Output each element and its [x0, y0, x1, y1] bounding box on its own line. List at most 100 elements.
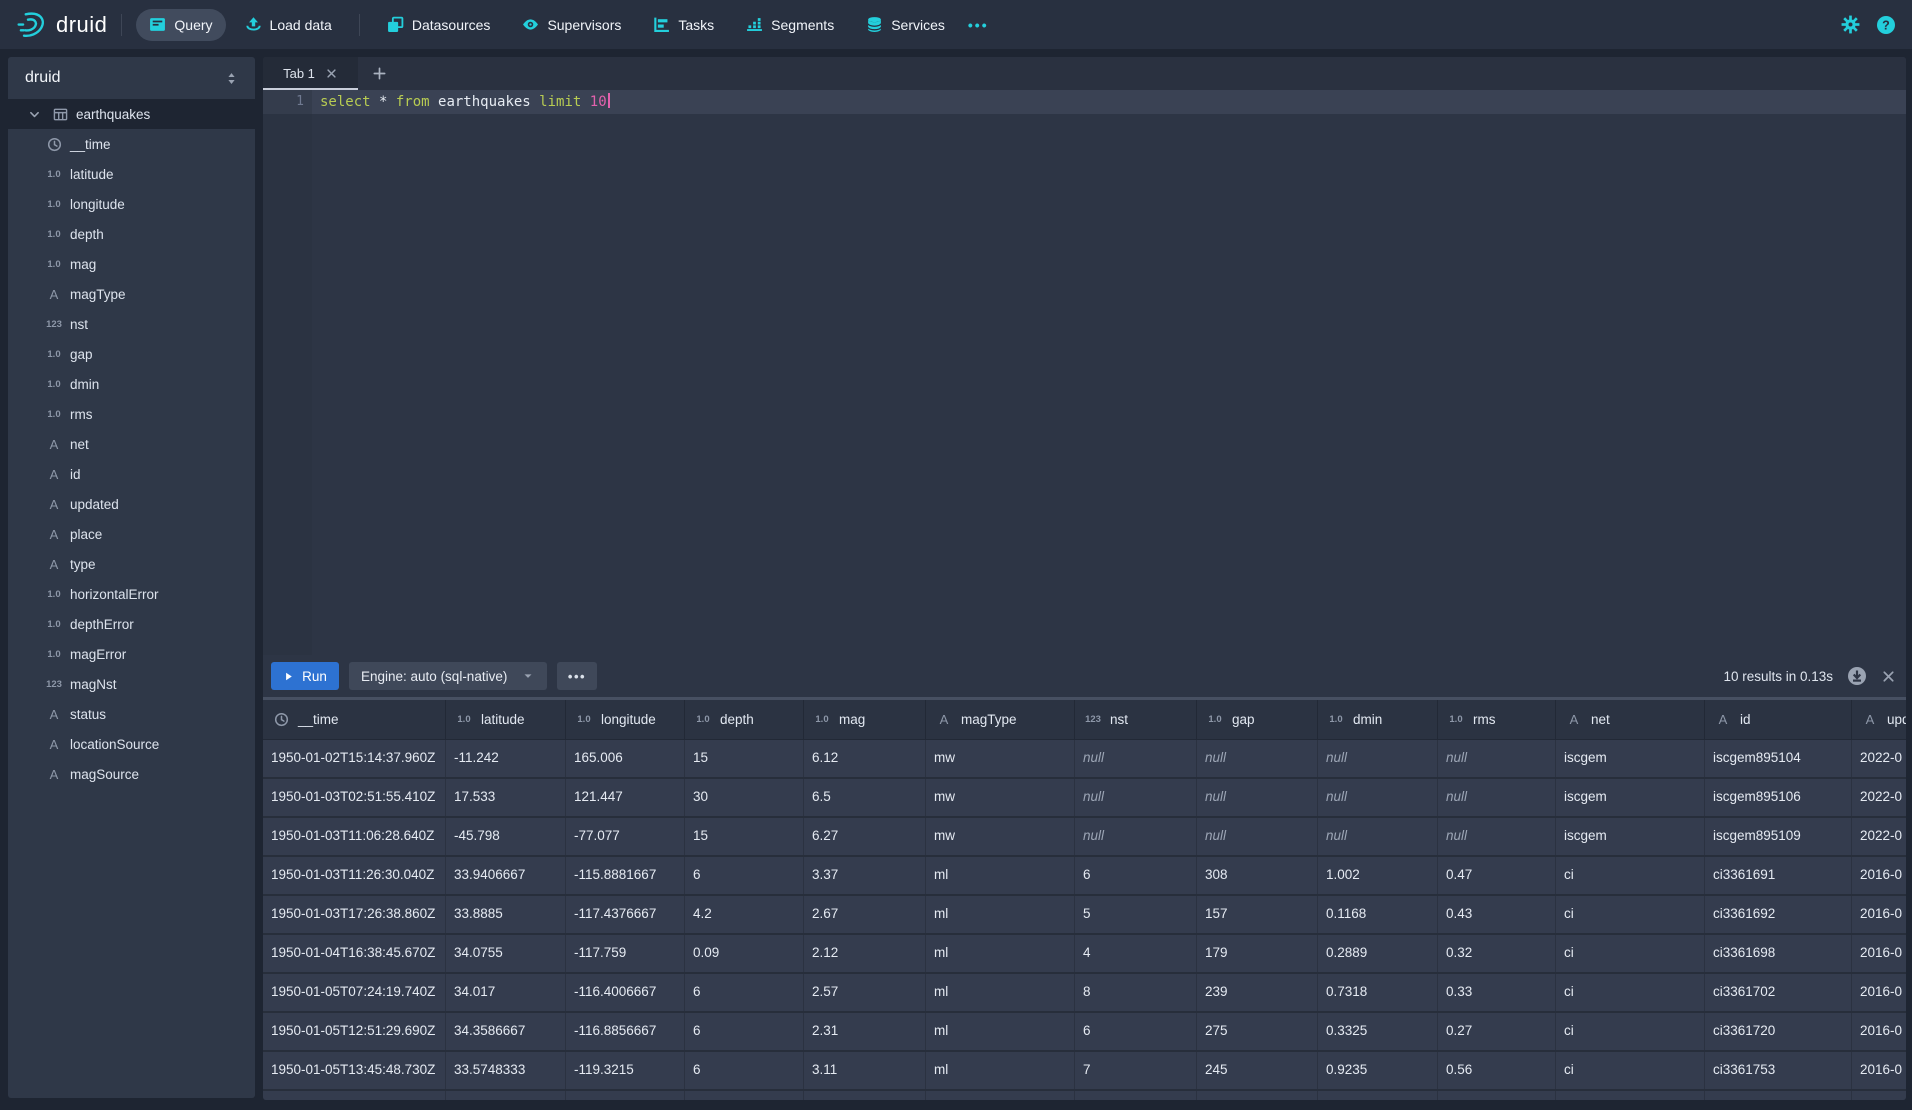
query-more-button[interactable]: •••: [557, 662, 597, 690]
table-cell[interactable]: 30: [685, 779, 804, 816]
table-cell[interactable]: 1950-01-03T11:06:28.640Z: [263, 818, 446, 855]
table-cell[interactable]: ci3361753: [1705, 1052, 1852, 1089]
table-cell[interactable]: 2.67: [804, 896, 926, 933]
table-cell[interactable]: [1075, 1091, 1197, 1100]
table-cell[interactable]: ci3361692: [1705, 896, 1852, 933]
table-cell[interactable]: 0.56: [1438, 1052, 1556, 1089]
table-cell[interactable]: null: [1438, 779, 1556, 816]
table-cell[interactable]: 2022-0: [1852, 818, 1906, 855]
new-tab-button[interactable]: [358, 57, 400, 90]
help-button[interactable]: ?: [1876, 15, 1896, 35]
sidebar-column-locationSource[interactable]: AlocationSource: [8, 729, 255, 759]
table-cell[interactable]: 2.31: [804, 1013, 926, 1050]
table-cell[interactable]: ci3361720: [1705, 1013, 1852, 1050]
table-cell[interactable]: 6.12: [804, 740, 926, 777]
table-cell[interactable]: -117.4376667: [566, 896, 685, 933]
table-cell[interactable]: [1852, 1091, 1906, 1100]
table-cell[interactable]: 1950-01-04T16:38:45.670Z: [263, 935, 446, 972]
table-cell[interactable]: null: [1318, 779, 1438, 816]
table-cell[interactable]: null: [1318, 740, 1438, 777]
sidebar-column-mag[interactable]: 1.0mag: [8, 249, 255, 279]
table-cell[interactable]: 2016-0: [1852, 935, 1906, 972]
table-cell[interactable]: 2016-0: [1852, 1013, 1906, 1050]
table-cell[interactable]: 2016-0: [1852, 1052, 1906, 1089]
table-cell[interactable]: null: [1197, 818, 1318, 855]
table-cell[interactable]: -115.8881667: [566, 857, 685, 894]
table-cell[interactable]: 2016-0: [1852, 857, 1906, 894]
table-cell[interactable]: 5: [1075, 896, 1197, 933]
table-cell[interactable]: null: [1075, 740, 1197, 777]
table-cell[interactable]: 0.32: [1438, 935, 1556, 972]
table-cell[interactable]: 0.33: [1438, 974, 1556, 1011]
table-cell[interactable]: iscgem: [1556, 740, 1705, 777]
table-cell[interactable]: -119.3215: [566, 1052, 685, 1089]
table-cell[interactable]: null: [1438, 818, 1556, 855]
sidebar-column-updated[interactable]: Aupdated: [8, 489, 255, 519]
column-header-nst[interactable]: 123nst: [1075, 700, 1197, 739]
nav-more-button[interactable]: •••: [958, 9, 999, 41]
table-cell[interactable]: null: [1197, 740, 1318, 777]
table-cell[interactable]: mw: [926, 818, 1075, 855]
settings-button[interactable]: [1841, 15, 1860, 34]
table-cell[interactable]: 7: [1075, 1052, 1197, 1089]
column-header-longitude[interactable]: 1.0longitude: [566, 700, 685, 739]
sidebar-column-magNst[interactable]: 123magNst: [8, 669, 255, 699]
table-cell[interactable]: 6: [685, 1052, 804, 1089]
table-cell[interactable]: 2016-0: [1852, 896, 1906, 933]
table-cell[interactable]: 15: [685, 740, 804, 777]
table-cell[interactable]: 34.017: [446, 974, 566, 1011]
table-cell[interactable]: 0.1168: [1318, 896, 1438, 933]
nav-item-tasks[interactable]: Tasks: [640, 9, 727, 41]
table-cell[interactable]: 2.12: [804, 935, 926, 972]
table-cell[interactable]: null: [1075, 779, 1197, 816]
table-cell[interactable]: ml: [926, 1013, 1075, 1050]
table-cell[interactable]: 8: [1075, 974, 1197, 1011]
table-cell[interactable]: 6: [685, 857, 804, 894]
table-cell[interactable]: ci3361702: [1705, 974, 1852, 1011]
table-cell[interactable]: 6: [1075, 1013, 1197, 1050]
table-cell[interactable]: 4: [1075, 935, 1197, 972]
table-cell[interactable]: [1438, 1091, 1556, 1100]
engine-select[interactable]: Engine: auto (sql-native): [349, 662, 547, 690]
table-cell[interactable]: 4.2: [685, 896, 804, 933]
sidebar-column-magType[interactable]: AmagType: [8, 279, 255, 309]
sidebar-column-longitude[interactable]: 1.0longitude: [8, 189, 255, 219]
table-cell[interactable]: 121.447: [566, 779, 685, 816]
run-button[interactable]: Run: [271, 662, 339, 690]
table-cell[interactable]: 34.0755: [446, 935, 566, 972]
table-cell[interactable]: 33.8885: [446, 896, 566, 933]
table-cell[interactable]: ci: [1556, 896, 1705, 933]
sidebar-column-id[interactable]: Aid: [8, 459, 255, 489]
table-cell[interactable]: 179: [1197, 935, 1318, 972]
table-cell[interactable]: mw: [926, 740, 1075, 777]
table-cell[interactable]: 0.2889: [1318, 935, 1438, 972]
table-cell[interactable]: 2022-0: [1852, 740, 1906, 777]
table-cell[interactable]: [1197, 1091, 1318, 1100]
table-cell[interactable]: 1950-01-03T17:26:38.860Z: [263, 896, 446, 933]
table-cell[interactable]: ml: [926, 935, 1075, 972]
table-cell[interactable]: 0.3325: [1318, 1013, 1438, 1050]
table-cell[interactable]: 1950-01-05T12:51:29.690Z: [263, 1013, 446, 1050]
query-editor[interactable]: 1 select * from earthquakes limit 10: [263, 90, 1906, 655]
table-cell[interactable]: 6.5: [804, 779, 926, 816]
table-cell[interactable]: [1705, 1091, 1852, 1100]
table-cell[interactable]: iscgem895106: [1705, 779, 1852, 816]
table-cell[interactable]: 2022-0: [1852, 779, 1906, 816]
table-cell[interactable]: ci: [1556, 1052, 1705, 1089]
sidebar-column-horizontalError[interactable]: 1.0horizontalError: [8, 579, 255, 609]
column-header-magType[interactable]: AmagType: [926, 700, 1075, 739]
table-cell[interactable]: 239: [1197, 974, 1318, 1011]
column-header-updated[interactable]: Aupdated: [1852, 700, 1906, 739]
table-cell[interactable]: 15: [685, 818, 804, 855]
close-results-button[interactable]: [1881, 669, 1896, 684]
table-cell[interactable]: 1950-01-05T07:24:19.740Z: [263, 974, 446, 1011]
column-header-mag[interactable]: 1.0mag: [804, 700, 926, 739]
table-cell[interactable]: 2016-0: [1852, 974, 1906, 1011]
sidebar-column-__time[interactable]: __time: [8, 129, 255, 159]
nav-item-query[interactable]: Query: [136, 9, 225, 41]
column-header-dmin[interactable]: 1.0dmin: [1318, 700, 1438, 739]
table-cell[interactable]: ml: [926, 857, 1075, 894]
table-cell[interactable]: 3.11: [804, 1052, 926, 1089]
table-cell[interactable]: ci: [1556, 935, 1705, 972]
column-header-__time[interactable]: __time: [263, 700, 446, 739]
